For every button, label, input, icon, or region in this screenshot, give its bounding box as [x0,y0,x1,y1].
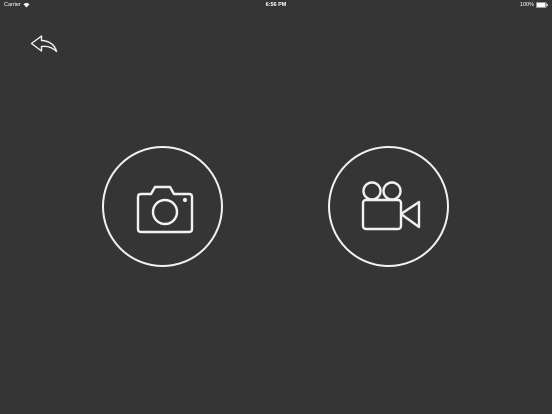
battery-group: 100% [520,0,548,10]
battery-percent: 100% [519,2,534,8]
record-video-button[interactable] [328,146,449,267]
back-button[interactable] [28,33,60,55]
take-photo-button[interactable] [102,146,223,267]
undo-arrow-icon [30,35,58,53]
camera-icon [136,185,194,234]
status-time: 6:56 PM [265,2,287,8]
battery-icon [536,2,548,8]
video-camera-icon [361,181,421,231]
status-bar: Carrier 6:56 PM 100% [0,0,552,10]
